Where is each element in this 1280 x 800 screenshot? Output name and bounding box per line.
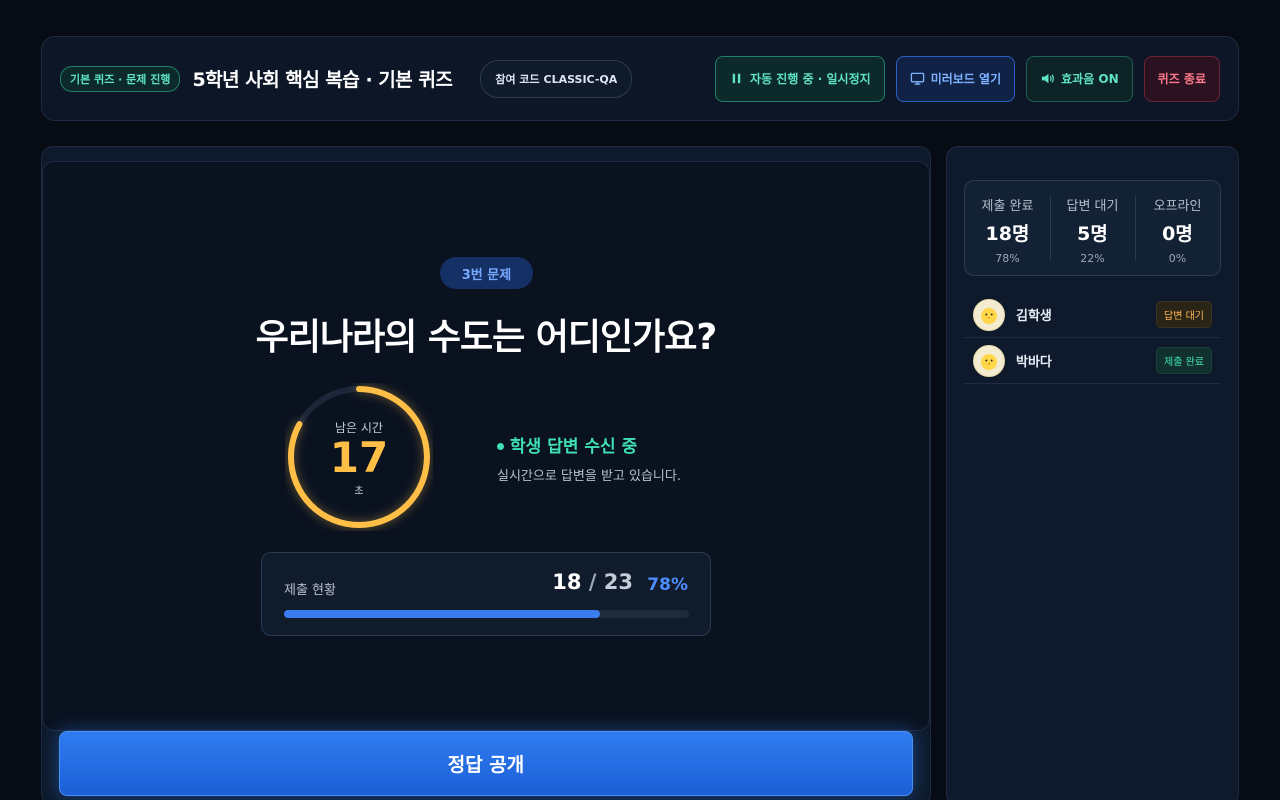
auto-advance-pause-button[interactable]: 자동 진행 중 · 일시정지 [715,55,885,102]
timer-value: 17 [329,433,389,482]
sound-label: 효과음 ON [1061,72,1119,86]
stat-label: 답변 대기 [1066,199,1119,214]
list-item[interactable]: 김학생 답변 대기 [964,292,1221,338]
auto-advance-label: 자동 진행 중 · 일시정지 [750,72,871,86]
status-badge: 답변 대기 [1156,301,1212,328]
sound-toggle-button[interactable]: 효과음 ON [1026,55,1133,102]
live-dot-icon [497,443,504,450]
student-list: 김학생 답변 대기 박바다 제출 완료 [964,292,1221,384]
stat-value: 0명 [1162,223,1193,245]
header-actions: 자동 진행 중 · 일시정지 미러보드 열기 효과음 ON 퀴즈 종료 [715,55,1220,102]
submission-label: 제출 현황 [284,583,336,598]
quiz-title: 5학년 사회 핵심 복습 · 기본 퀴즈 [192,69,453,91]
stat-percent: 0% [1168,252,1187,265]
student-name: 김학생 [1016,309,1052,324]
question-stage [42,161,930,731]
stat-value: 18명 [985,223,1030,245]
stat-submitted: 제출 완료 18명 78% [965,181,1050,275]
student-name: 박바다 [1016,355,1052,370]
reveal-answer-button[interactable]: 정답 공개 [59,731,913,796]
total-count: 23 [603,570,633,594]
question-number-badge: 3번 문제 [440,257,533,289]
stat-waiting: 답변 대기 5명 22% [1050,181,1135,275]
mode-badge: 기본 퀴즈 · 문제 진행 [60,65,181,92]
status-badge: 제출 완료 [1156,347,1212,374]
submission-progress-card: 제출 현황 18 / 23 78% [261,552,711,636]
receiving-status-subtitle: 실시간으로 답변을 받고 있습니다. [497,469,681,484]
stat-label: 오프라인 [1153,199,1202,214]
open-mirror-board-button[interactable]: 미러보드 열기 [895,55,1016,102]
countdown-timer: 남은 시간 17 초 [285,383,433,531]
speaker-icon [1041,73,1054,84]
stat-value: 5명 [1077,223,1108,245]
timer-unit: 초 [354,486,364,497]
stat-offline: 오프라인 0명 0% [1135,181,1220,275]
submitted-count: 18 [552,570,582,594]
submission-progress-bar [284,610,689,618]
chick-avatar-icon [973,344,1005,377]
count-separator: / [588,570,597,594]
end-quiz-label: 퀴즈 종료 [1157,72,1206,86]
submission-stats: 제출 완료 18명 78% 답변 대기 5명 22% 오프라인 0명 0% [964,180,1221,276]
monitor-icon [910,72,924,85]
end-quiz-button[interactable]: 퀴즈 종료 [1143,55,1220,102]
top-bar: 기본 퀴즈 · 문제 진행 5학년 사회 핵심 복습 · 기본 퀴즈 참여 코드… [41,36,1239,121]
stat-percent: 78% [995,252,1020,265]
submission-count: 18 / 23 [552,570,633,594]
stat-percent: 22% [1080,252,1105,265]
receiving-status-title: 학생 답변 수신 중 [510,437,638,457]
submission-progress-fill [284,610,600,618]
join-code-pill: 참여 코드 CLASSIC-QA [480,59,633,98]
pause-icon [732,73,741,84]
chick-avatar-icon [973,298,1005,331]
receiving-status: 학생 답변 수신 중 [497,432,637,457]
question-text: 우리나라의 수도는 어디인가요? [255,317,718,358]
mirror-board-label: 미러보드 열기 [930,72,1002,86]
stat-label: 제출 완료 [981,199,1034,214]
submission-percent: 78% [647,575,688,595]
list-item[interactable]: 박바다 제출 완료 [964,338,1221,384]
